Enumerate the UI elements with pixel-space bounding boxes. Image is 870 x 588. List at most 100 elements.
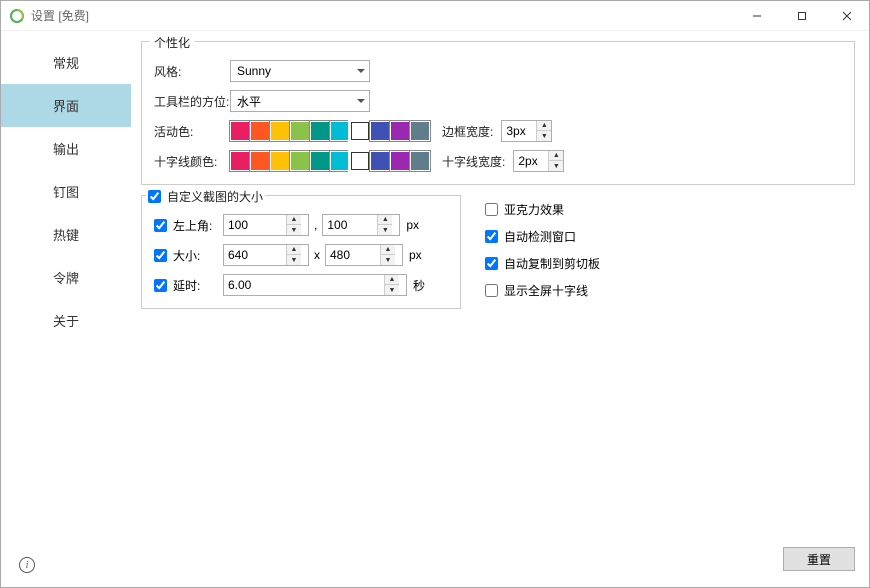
checkbox-topleft[interactable]: 左上角: <box>154 217 223 234</box>
window-controls <box>734 1 869 30</box>
label-border-width: 边框宽度: <box>442 123 493 140</box>
color-swatch[interactable] <box>410 121 430 141</box>
spin-border-width[interactable]: ▲▼ <box>501 120 552 142</box>
spin-up-icon[interactable]: ▲ <box>378 215 392 225</box>
spin-down-icon[interactable]: ▼ <box>385 285 399 295</box>
color-swatch[interactable] <box>390 151 410 171</box>
spin-down-icon[interactable]: ▼ <box>287 225 301 235</box>
spin-up-icon[interactable]: ▲ <box>549 151 563 161</box>
sidebar-item-hotkey[interactable]: 热键 <box>1 213 131 256</box>
window-title: 设置 [免费] <box>31 7 734 24</box>
spin-size-h[interactable]: ▲▼ <box>325 244 403 266</box>
color-swatch[interactable] <box>410 151 430 171</box>
color-swatch[interactable] <box>230 151 250 171</box>
input-topleft-y[interactable] <box>323 218 377 232</box>
select-toolbar-value: 水平 <box>237 93 261 110</box>
chevron-down-icon <box>357 69 365 73</box>
sidebar-item-general[interactable]: 常规 <box>1 41 131 84</box>
color-swatch[interactable] <box>310 121 330 141</box>
spin-up-icon[interactable]: ▲ <box>385 275 399 285</box>
group-personalization: 个性化 风格: Sunny 工具栏的方位: 水平 活动色 <box>141 41 855 185</box>
body: 常规 界面 输出 钉图 热键 令牌 关于 i 个性化 风格: Sunny <box>1 31 869 587</box>
label-cross-width: 十字线宽度: <box>442 153 505 170</box>
color-swatch[interactable] <box>250 151 270 171</box>
spin-up-icon[interactable]: ▲ <box>287 215 301 225</box>
spin-cross-width[interactable]: ▲▼ <box>513 150 564 172</box>
palette-cross <box>230 151 430 171</box>
sidebar-item-token[interactable]: 令牌 <box>1 256 131 299</box>
color-swatch[interactable] <box>370 121 390 141</box>
spin-topleft-y[interactable]: ▲▼ <box>322 214 400 236</box>
info-row: i <box>1 547 131 588</box>
group-title-personalization: 个性化 <box>150 34 194 51</box>
spin-up-icon[interactable]: ▲ <box>537 121 551 131</box>
settings-window: 设置 [免费] 常规 界面 输出 钉图 热键 令牌 关于 i 个性化 风格: <box>0 0 870 588</box>
chevron-down-icon <box>357 99 365 103</box>
sidebar-item-pin[interactable]: 钉图 <box>1 170 131 213</box>
checkbox-custom-size[interactable]: 自定义截图的大小 <box>148 188 263 205</box>
select-style-value: Sunny <box>237 64 271 78</box>
app-icon <box>9 8 25 24</box>
label-style: 风格: <box>154 63 230 80</box>
label-active-color: 活动色: <box>154 123 230 140</box>
close-button[interactable] <box>824 1 869 30</box>
spin-size-w[interactable]: ▲▼ <box>223 244 309 266</box>
color-swatch[interactable] <box>270 121 290 141</box>
spin-up-icon[interactable]: ▲ <box>381 245 395 255</box>
color-swatch[interactable] <box>250 121 270 141</box>
select-style[interactable]: Sunny <box>230 60 370 82</box>
input-delay[interactable] <box>224 278 384 292</box>
unit-seconds: 秒 <box>413 277 425 294</box>
reset-button[interactable]: 重置 <box>783 547 855 571</box>
palette-active <box>230 121 430 141</box>
input-topleft-x[interactable] <box>224 218 286 232</box>
color-swatch[interactable] <box>370 151 390 171</box>
unit-px: px <box>409 248 422 262</box>
checkbox-autocopy[interactable]: 自动复制到剪切板 <box>485 255 600 272</box>
unit-px: px <box>406 218 419 232</box>
content: 个性化 风格: Sunny 工具栏的方位: 水平 活动色 <box>131 31 869 587</box>
spin-down-icon[interactable]: ▼ <box>549 161 563 171</box>
spin-down-icon[interactable]: ▼ <box>537 131 551 141</box>
color-swatch[interactable] <box>330 121 350 141</box>
spin-topleft-x[interactable]: ▲▼ <box>223 214 309 236</box>
color-swatch[interactable] <box>350 151 370 171</box>
columns: 自定义截图的大小 左上角: ▲▼ , ▲▼ px 大小: ▲▼ x ▲▼ <box>141 195 855 319</box>
color-swatch[interactable] <box>330 151 350 171</box>
minimize-button[interactable] <box>734 1 779 30</box>
sidebar-item-interface[interactable]: 界面 <box>1 84 131 127</box>
spin-up-icon[interactable]: ▲ <box>287 245 301 255</box>
group-custom-size: 自定义截图的大小 左上角: ▲▼ , ▲▼ px 大小: ▲▼ x ▲▼ <box>141 195 461 309</box>
label-cross-color: 十字线颜色: <box>154 153 230 170</box>
spin-down-icon[interactable]: ▼ <box>378 225 392 235</box>
color-swatch[interactable] <box>390 121 410 141</box>
maximize-button[interactable] <box>779 1 824 30</box>
options-column: 亚克力效果 自动检测窗口 自动复制到剪切板 显示全屏十字线 <box>485 195 600 319</box>
footer: 重置 <box>141 539 855 577</box>
sidebar: 常规 界面 输出 钉图 热键 令牌 关于 i <box>1 31 131 587</box>
input-size-h[interactable] <box>326 248 380 262</box>
titlebar: 设置 [免费] <box>1 1 869 31</box>
color-swatch[interactable] <box>350 121 370 141</box>
select-toolbar-position[interactable]: 水平 <box>230 90 370 112</box>
checkbox-size[interactable]: 大小: <box>154 247 223 264</box>
input-cross-width[interactable] <box>514 154 548 168</box>
group-title-custom-size: 自定义截图的大小 <box>146 188 265 205</box>
sidebar-item-about[interactable]: 关于 <box>1 299 131 342</box>
checkbox-delay[interactable]: 延时: <box>154 277 223 294</box>
input-size-w[interactable] <box>224 248 286 262</box>
color-swatch[interactable] <box>290 121 310 141</box>
color-swatch[interactable] <box>310 151 330 171</box>
checkbox-acrylic[interactable]: 亚克力效果 <box>485 201 600 218</box>
sidebar-item-output[interactable]: 输出 <box>1 127 131 170</box>
color-swatch[interactable] <box>290 151 310 171</box>
input-border-width[interactable] <box>502 124 536 138</box>
spin-delay[interactable]: ▲▼ <box>223 274 407 296</box>
checkbox-autodetect[interactable]: 自动检测窗口 <box>485 228 600 245</box>
spin-down-icon[interactable]: ▼ <box>381 255 395 265</box>
color-swatch[interactable] <box>230 121 250 141</box>
info-icon[interactable]: i <box>19 557 35 573</box>
checkbox-fullscreen-cross[interactable]: 显示全屏十字线 <box>485 282 600 299</box>
spin-down-icon[interactable]: ▼ <box>287 255 301 265</box>
color-swatch[interactable] <box>270 151 290 171</box>
